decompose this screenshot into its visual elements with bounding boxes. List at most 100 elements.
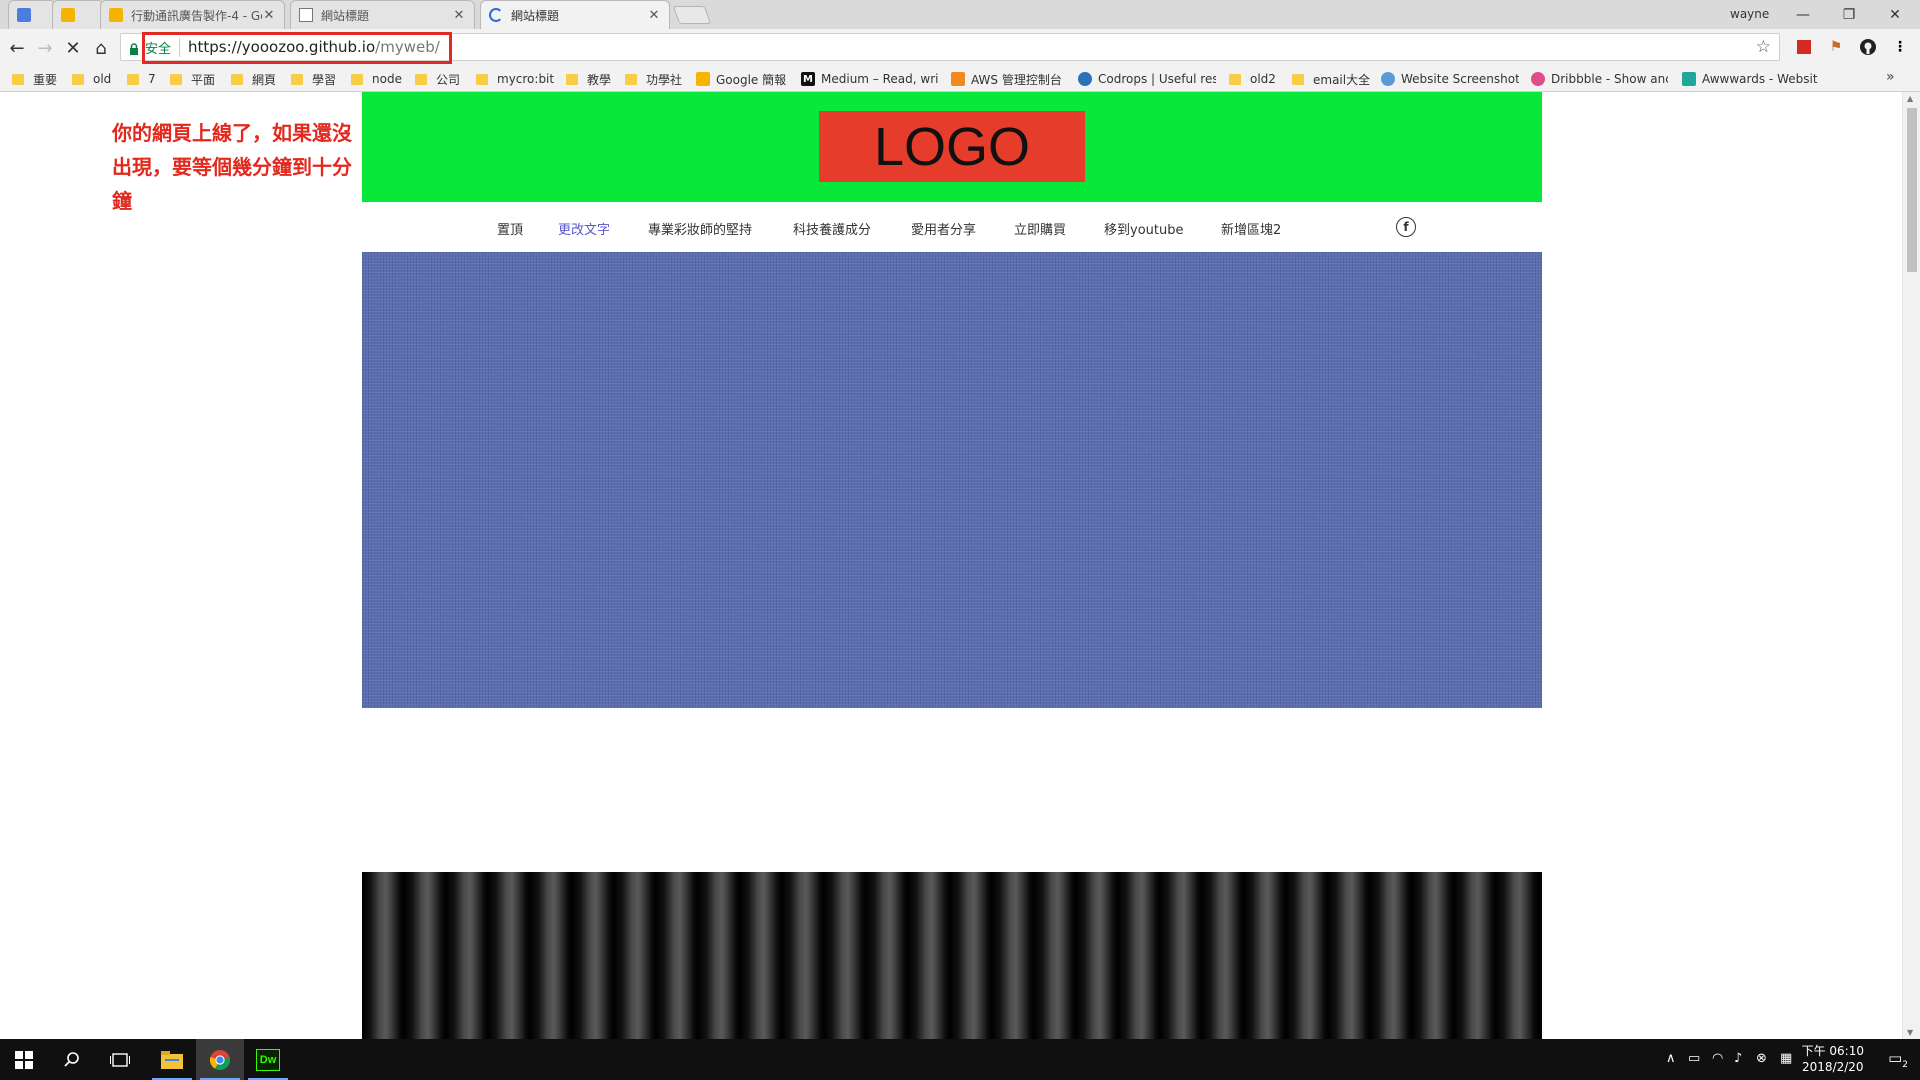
wifi-icon[interactable]: ◠ [1712,1051,1723,1066]
bookmark-item[interactable]: 平面 [170,70,228,88]
bookmark-item[interactable]: Website Screenshot [1381,70,1519,88]
extension-flag-icon[interactable]: ⚑ [1826,37,1846,57]
close-window-icon[interactable]: ✕ [1872,0,1918,29]
bookmark-label: old2 [1250,72,1276,86]
bookmark-item[interactable]: email大全 [1292,70,1382,88]
bookmark-label: mycro:bit [497,72,555,86]
more-bookmarks-icon[interactable]: » [1886,69,1895,85]
bookmark-label: Medium – Read, wri [821,72,938,86]
restore-icon[interactable]: ❐ [1826,0,1872,29]
windows-start-icon[interactable] [0,1039,48,1080]
slides-icon [61,8,75,22]
folder-icon [351,73,363,85]
bookmark-label: 教學 [587,72,612,87]
bookmark-star-icon[interactable]: ☆ [1756,37,1771,57]
bookmark-item[interactable]: 7 [127,70,167,88]
file-explorer-icon[interactable] [148,1039,196,1080]
bookmark-label: Website Screenshot [1401,72,1519,86]
page-scrollbar[interactable]: ▲ ▼ [1902,92,1920,1039]
bookmark-item[interactable]: 教學 [566,70,626,88]
nav-link-buy-now[interactable]: 立即購買 [1014,219,1066,238]
github-icon[interactable] [1858,37,1878,57]
tab-4[interactable]: 網站標題 ✕ [480,0,670,29]
volume-icon[interactable]: ♪ [1734,1051,1742,1066]
scroll-down-icon[interactable]: ▼ [1907,1028,1913,1037]
close-tab-icon[interactable]: ✕ [647,8,661,23]
home-icon[interactable]: ⌂ [88,35,114,61]
folder-icon [566,73,578,85]
clock-date: 2018/2/20 [1802,1060,1864,1074]
bookmark-item[interactable]: old2 [1229,70,1289,88]
bookmark-item[interactable]: Dribbble - Show anc [1531,70,1668,88]
bookmark-label: Awwwards - Websit [1702,72,1818,86]
chrome-icon[interactable] [196,1039,244,1080]
system-clock[interactable]: 下午 06:10 2018/2/20 [1802,1043,1864,1075]
google-translate-icon [17,8,31,22]
medium-icon: M [801,72,815,86]
bookmark-item[interactable]: 學習 [291,70,349,88]
task-view-icon[interactable] [96,1039,144,1080]
chevron-up-icon[interactable]: ∧ [1666,1051,1676,1066]
bookmark-item[interactable]: old [72,70,127,88]
bookmark-item[interactable]: Google 簡報 [696,70,796,88]
bookmark-item[interactable]: Awwwards - Websit [1682,70,1818,88]
bookmark-item[interactable]: node [351,70,413,88]
back-arrow-icon[interactable]: ← [4,35,30,61]
menu-kebab-icon[interactable]: ⋮ [1890,37,1910,57]
bookmark-item[interactable]: 公司 [415,70,477,88]
battery-icon[interactable]: ▭ [1688,1051,1700,1066]
nav-link-user-share[interactable]: 愛用者分享 [911,219,976,238]
nav-link-edit-text[interactable]: 更改文字 [558,219,610,238]
tab-strip: 行動通訊廣告製作-4 - Go ✕ 網站標題 ✕ 網站標題 ✕ wayne — … [0,0,1920,29]
folder-icon [1292,73,1304,85]
facebook-icon[interactable]: f [1396,217,1416,237]
search-icon[interactable] [48,1039,96,1080]
bookmark-item[interactable]: 功學社 [625,70,695,88]
nav-link-makeup-artist[interactable]: 專業彩妝師的堅持 [648,219,752,238]
scrollbar-thumb[interactable] [1907,108,1917,272]
close-tab-icon[interactable]: ✕ [452,8,466,23]
site-nav: 置頂 更改文字 專業彩妝師的堅持 科技養護成分 愛用者分享 立即購買 移到you… [362,202,1542,252]
tab-2[interactable]: 行動通訊廣告製作-4 - Go ✕ [100,0,285,29]
scroll-up-icon[interactable]: ▲ [1907,94,1913,103]
bookmark-item[interactable]: AWS 管理控制台 [951,70,1071,88]
extension-red-icon[interactable] [1794,37,1814,57]
codrops-icon [1078,72,1092,86]
bookmark-item[interactable]: Codrops | Useful res [1078,70,1216,88]
forward-arrow-icon[interactable]: → [32,35,58,61]
nav-link-tech-care[interactable]: 科技養護成分 [793,219,871,238]
tab-1[interactable] [52,0,104,29]
dreamweaver-icon[interactable]: Dw [244,1039,292,1080]
loading-icon [489,8,503,22]
status-x-icon[interactable]: ⊗ [1756,1051,1767,1066]
folder-icon [127,73,139,85]
bookmark-label: 網頁 [252,72,277,87]
folder-icon [1229,73,1241,85]
tab-3[interactable]: 網站標題 ✕ [290,0,475,29]
bookmark-item[interactable]: M Medium – Read, wri [801,70,938,88]
stop-loading-icon[interactable]: ✕ [60,35,86,61]
folder-icon [625,73,637,85]
bookmark-label: 平面 [191,72,216,87]
nav-link-youtube[interactable]: 移到youtube [1104,219,1183,238]
nav-link-top[interactable]: 置頂 [497,219,523,238]
notification-center-icon[interactable]: ▭2 [1888,1049,1908,1070]
bookmark-item[interactable]: 重要 [12,70,72,88]
keyboard-icon[interactable]: ▦ [1780,1051,1792,1066]
nav-link-new-block-2[interactable]: 新增區塊2 [1221,219,1281,238]
bookmark-item[interactable]: mycro:bit [476,70,566,88]
tab-0[interactable] [8,0,56,29]
minimize-icon[interactable]: — [1780,0,1826,29]
close-tab-icon[interactable]: ✕ [262,8,276,23]
folder-icon [415,73,427,85]
notification-count: 2 [1902,1060,1908,1070]
profile-name[interactable]: wayne [1730,7,1769,21]
striped-section [362,872,1542,1039]
bookmark-label: node [372,72,402,86]
site-logo[interactable]: LOGO [819,111,1085,182]
bookmark-item[interactable]: 網頁 [231,70,289,88]
bookmark-label: old [93,72,112,86]
new-tab-button[interactable] [672,6,712,24]
google-slides-icon [696,72,710,86]
clock-time: 下午 06:10 [1801,1044,1864,1058]
